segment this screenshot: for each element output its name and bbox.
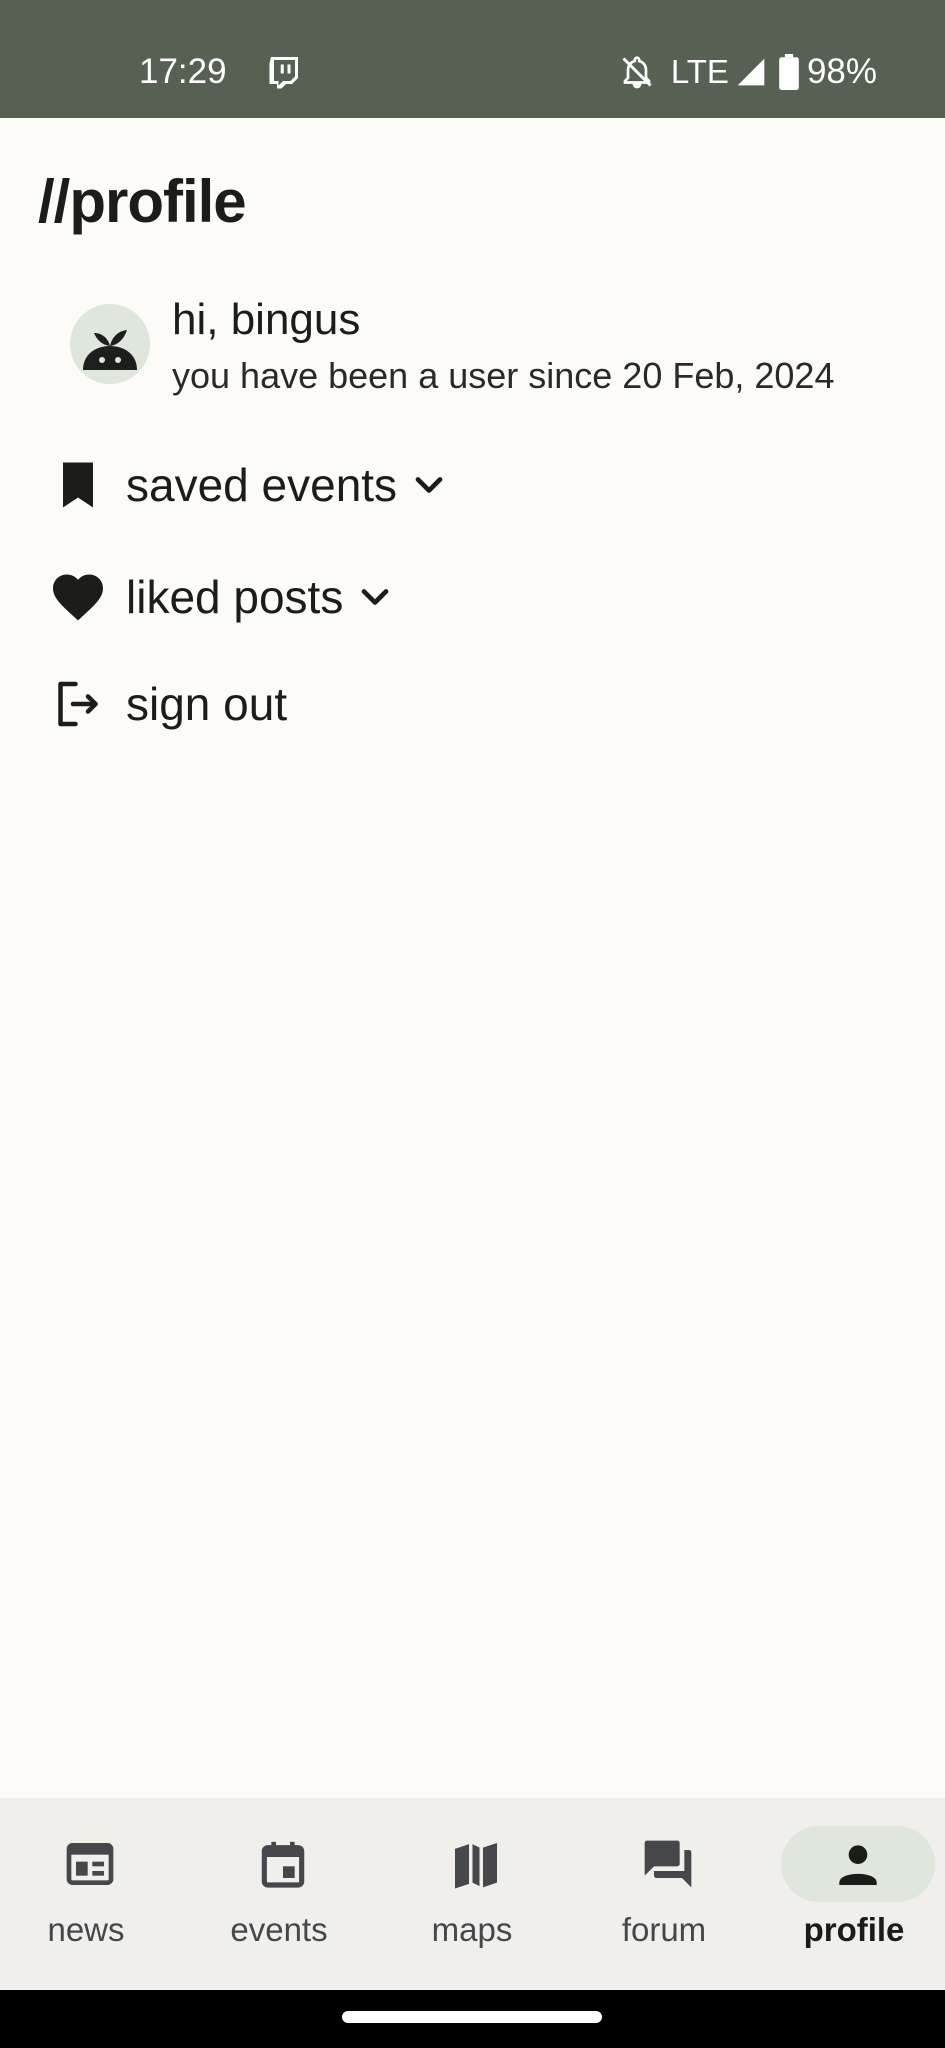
chevron-down-icon bbox=[415, 477, 443, 493]
nav-label: profile bbox=[803, 1911, 905, 1948]
saved-events-label: saved events bbox=[126, 459, 398, 511]
nav-forum[interactable]: forum bbox=[578, 1798, 767, 1990]
battery-icon bbox=[779, 54, 799, 90]
bell-off-icon bbox=[622, 56, 652, 89]
forum-icon bbox=[644, 1840, 692, 1888]
nav-label: forum bbox=[621, 1911, 707, 1948]
liked-posts-toggle[interactable]: liked posts bbox=[48, 565, 397, 629]
person-icon bbox=[839, 1845, 877, 1885]
nav-label: news bbox=[47, 1911, 125, 1948]
nav-profile[interactable]: profile bbox=[768, 1798, 945, 1990]
newspaper-icon bbox=[66, 1843, 114, 1885]
bottom-navigation: news events maps forum profile bbox=[0, 1798, 945, 1990]
status-indicators: LTE 98% bbox=[619, 50, 877, 94]
logout-icon bbox=[58, 681, 98, 727]
sign-out-button[interactable]: sign out bbox=[48, 672, 287, 736]
signal-icon bbox=[737, 58, 765, 86]
page-title: //profile bbox=[38, 168, 247, 235]
user-greeting: hi, bingus bbox=[172, 295, 361, 344]
nav-label: maps bbox=[431, 1911, 513, 1948]
battery-percent: 98% bbox=[806, 52, 877, 91]
sign-out-label: sign out bbox=[126, 678, 288, 730]
member-since-text: you have been a user since 20 Feb, 2024 bbox=[172, 355, 835, 396]
twitch-icon bbox=[269, 57, 298, 89]
system-gesture-bar bbox=[0, 1990, 945, 2048]
status-time: 17:29 bbox=[139, 52, 227, 91]
nav-news[interactable]: news bbox=[0, 1798, 189, 1990]
nav-events[interactable]: events bbox=[193, 1798, 382, 1990]
home-gesture-handle[interactable] bbox=[342, 2011, 602, 2023]
chevron-down-icon bbox=[361, 589, 389, 605]
network-type: LTE bbox=[670, 53, 729, 90]
status-bar: 17:29 LTE 98% bbox=[0, 0, 945, 118]
saved-events-toggle[interactable]: saved events bbox=[48, 453, 451, 517]
bookmark-icon bbox=[63, 462, 93, 508]
heart-icon bbox=[53, 574, 103, 621]
map-icon bbox=[455, 1843, 497, 1889]
sprout-avatar-icon bbox=[83, 330, 137, 370]
nav-label: events bbox=[230, 1911, 328, 1948]
liked-posts-label: liked posts bbox=[126, 571, 344, 623]
nav-maps[interactable]: maps bbox=[386, 1798, 575, 1990]
avatar bbox=[70, 304, 150, 384]
calendar-icon bbox=[261, 1841, 305, 1888]
